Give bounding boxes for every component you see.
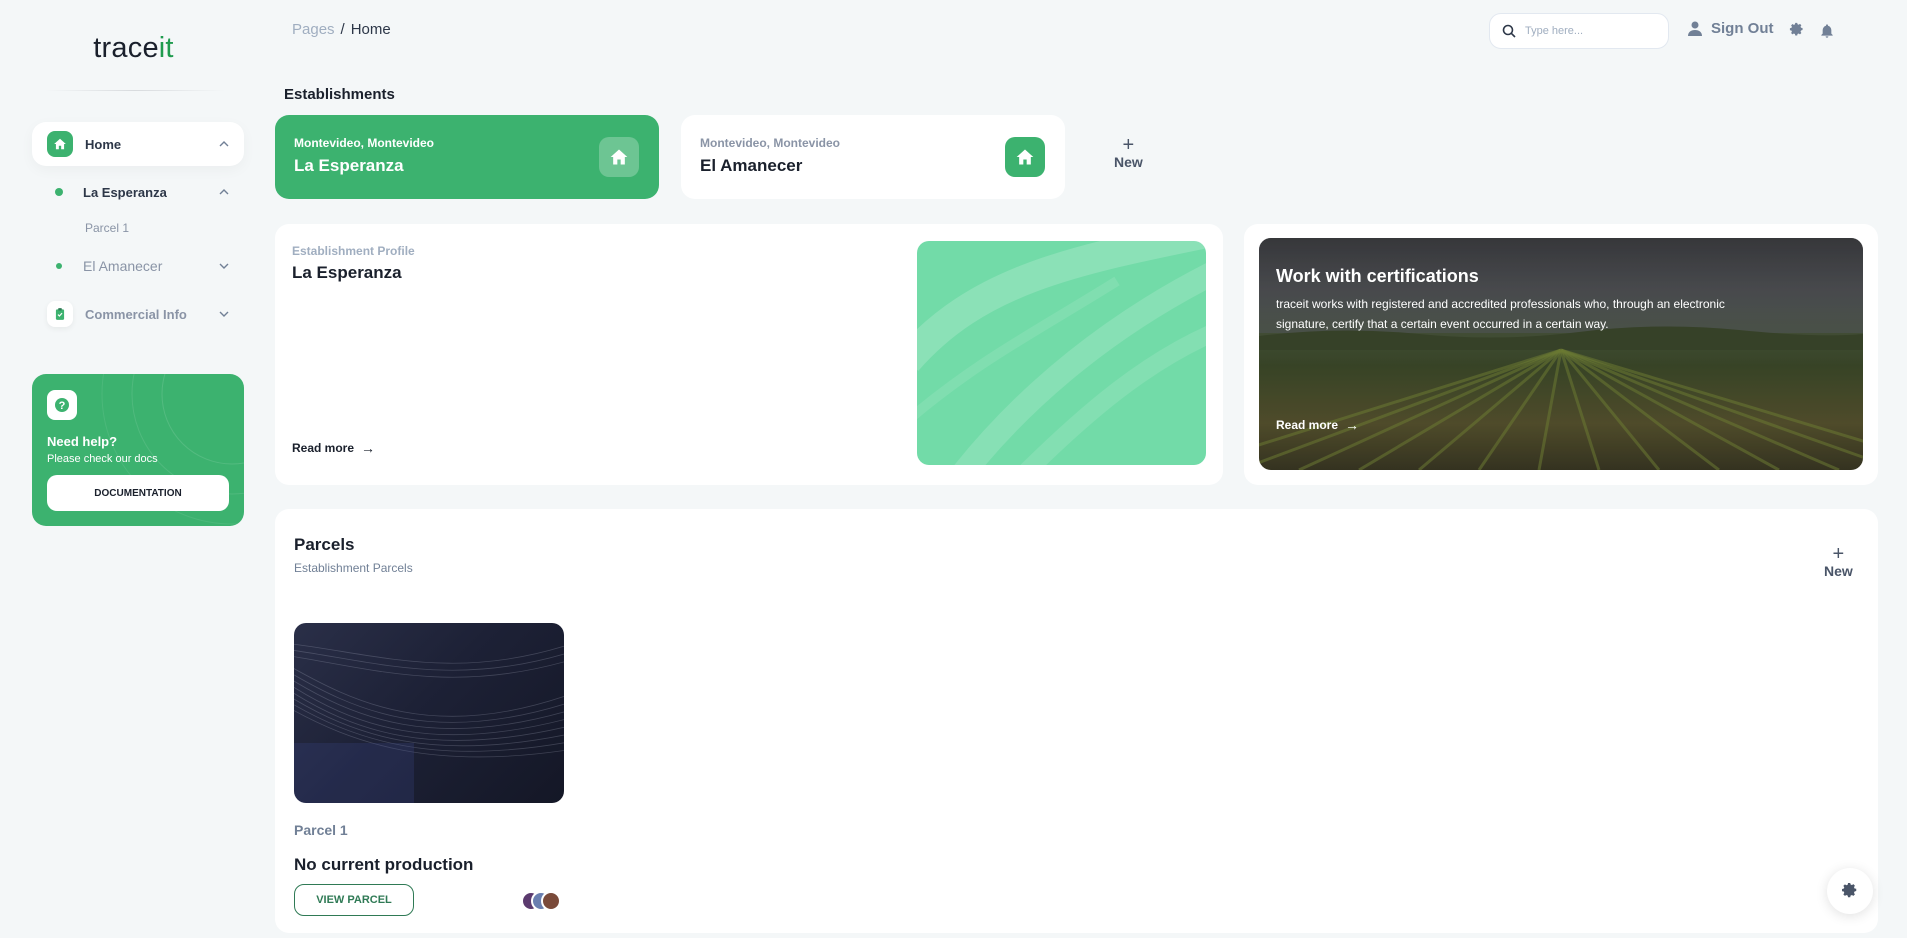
- read-more-link[interactable]: Read more →: [292, 440, 375, 456]
- search-icon: [1502, 24, 1516, 38]
- home-icon: [1005, 137, 1045, 177]
- establishment-name: El Amanecer: [700, 156, 803, 175]
- establishment-profile-card: Establishment Profile La Esperanza Read …: [275, 224, 1223, 485]
- establishments-title: Establishments: [284, 86, 395, 103]
- read-more-label: Read more: [292, 441, 355, 455]
- sidebar-item-commercial-info[interactable]: Commercial Info: [32, 292, 244, 336]
- certifications-card: Work with certifications traceit works w…: [1244, 224, 1878, 485]
- sidebar-item-home[interactable]: Home: [32, 122, 244, 166]
- sidebar-item-la-esperanza[interactable]: La Esperanza: [55, 178, 244, 206]
- gear-icon[interactable]: [1789, 22, 1805, 38]
- new-label: New: [1114, 154, 1143, 170]
- bullet-icon: [56, 263, 62, 269]
- documentation-button[interactable]: DOCUMENTATION: [47, 475, 229, 511]
- certifications-text: traceit works with registered and accred…: [1276, 297, 1725, 331]
- chevron-down-icon[interactable]: [218, 308, 230, 320]
- app-logo[interactable]: traceit: [0, 32, 267, 65]
- chevron-up-icon[interactable]: [218, 138, 230, 150]
- logo-accent: it: [158, 32, 174, 64]
- establishment-card-la-esperanza[interactable]: Montevideo, Montevideo La Esperanza: [275, 115, 659, 199]
- establishment-name: La Esperanza: [294, 156, 404, 175]
- wave-pattern: [917, 241, 1206, 465]
- parcel-image[interactable]: [294, 623, 564, 803]
- profile-image: [917, 241, 1206, 465]
- sign-out-label: Sign Out: [1711, 20, 1774, 37]
- bell-icon[interactable]: [1819, 23, 1835, 39]
- parcels-subtitle: Establishment Parcels: [294, 561, 413, 575]
- sidebar-item-el-amanecer[interactable]: El Amanecer: [55, 252, 244, 280]
- wave-mesh: [294, 643, 564, 803]
- profile-name: La Esperanza: [292, 263, 402, 282]
- breadcrumb: Pages / Home: [292, 21, 391, 38]
- new-parcel-button[interactable]: + New: [1824, 543, 1853, 579]
- sign-out-button[interactable]: Sign Out: [1688, 20, 1774, 37]
- help-title: Need help?: [47, 434, 118, 449]
- breadcrumb-current: Home: [350, 21, 391, 38]
- sidebar-divider: [45, 90, 225, 91]
- search-box[interactable]: [1489, 13, 1669, 49]
- sidebar-item-label: Home: [85, 136, 122, 152]
- logo-text: trace: [93, 32, 159, 64]
- bullet-icon: [55, 188, 63, 196]
- certifications-title: Work with certifications: [1276, 266, 1479, 286]
- question-icon: ?: [47, 390, 77, 420]
- help-subtitle: Please check our docs: [47, 453, 158, 465]
- sidebar-item-parcel-1[interactable]: Parcel 1: [85, 221, 129, 235]
- parcels-title: Parcels: [294, 535, 355, 554]
- establishment-card-el-amanecer[interactable]: Montevideo, Montevideo El Amanecer: [681, 115, 1065, 199]
- arrow-right-icon: →: [1345, 417, 1360, 433]
- avatar[interactable]: [541, 891, 561, 911]
- parcel-name: Parcel 1: [294, 822, 348, 838]
- sidebar-item-label: Commercial Info: [85, 306, 187, 322]
- plus-icon: +: [1832, 543, 1845, 565]
- help-card: ? Need help? Please check our docs DOCUM…: [32, 374, 244, 526]
- establishment-location: Montevideo, Montevideo: [294, 136, 435, 150]
- user-icon: [1688, 21, 1702, 36]
- avatar-group: [521, 891, 569, 911]
- field-image: Work with certifications traceit works w…: [1259, 238, 1863, 470]
- view-parcel-button[interactable]: VIEW PARCEL: [294, 884, 414, 916]
- search-input[interactable]: [1525, 25, 1655, 37]
- breadcrumb-separator: /: [340, 21, 345, 38]
- gear-icon: [1842, 883, 1857, 898]
- settings-fab[interactable]: [1827, 868, 1873, 914]
- parcels-panel: Parcels Establishment Parcels + New Parc…: [275, 509, 1878, 933]
- establishment-location: Montevideo, Montevideo: [700, 136, 841, 150]
- read-more-label: Read more: [1276, 418, 1339, 432]
- arrow-right-icon: →: [361, 440, 376, 456]
- read-more-link[interactable]: Read more →: [1276, 417, 1359, 433]
- sidebar-item-label: La Esperanza: [83, 184, 167, 200]
- profile-kicker: Establishment Profile: [292, 244, 415, 258]
- breadcrumb-parent[interactable]: Pages: [292, 21, 335, 38]
- sidebar-item-label: El Amanecer: [83, 258, 163, 274]
- home-icon: [47, 131, 73, 157]
- sidebar: traceit Home La Esperanza Parcel 1 El Am…: [0, 0, 270, 938]
- new-label: New: [1824, 563, 1853, 579]
- parcel-status: No current production: [294, 855, 474, 874]
- new-establishment-button[interactable]: + New: [1114, 134, 1143, 170]
- clipboard-icon: [47, 301, 73, 327]
- plus-icon: +: [1122, 134, 1135, 156]
- home-icon: [599, 137, 639, 177]
- svg-text:?: ?: [59, 400, 66, 412]
- chevron-down-icon[interactable]: [218, 260, 230, 272]
- chevron-up-icon[interactable]: [218, 186, 230, 198]
